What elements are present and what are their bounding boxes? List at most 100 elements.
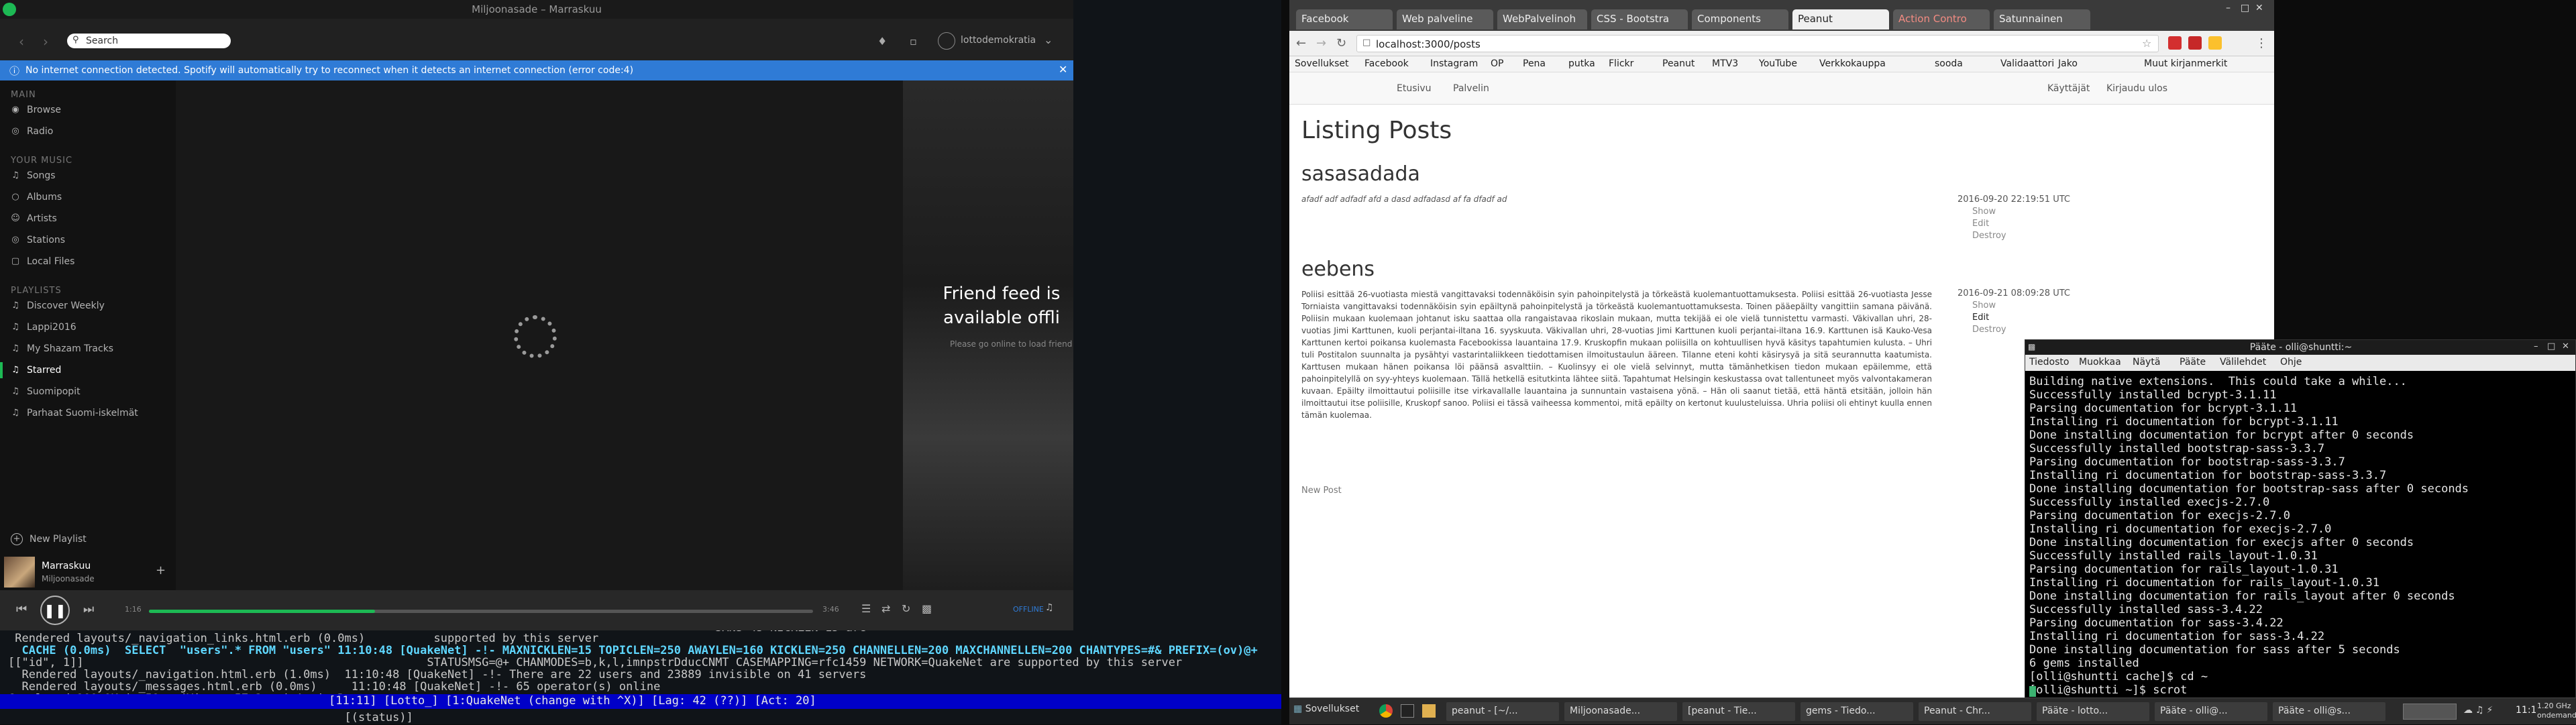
chrome-launcher-icon[interactable] [1379,704,1393,718]
sidebar-item-local-files[interactable]: ▢ Local Files [11,254,75,270]
username[interactable]: lottodemokratia [961,35,1036,46]
forward-arrow-icon[interactable]: → [1316,36,1326,50]
sidebar-item-artists[interactable]: ☺ Artists [11,211,57,227]
next-icon[interactable]: ⏭ [83,602,94,616]
close-icon[interactable]: ✕ [2255,3,2263,13]
taskbar-window-button[interactable]: [peanut - Tie... [1682,702,1795,721]
terminal-menu-item[interactable]: Ohje [2280,357,2302,368]
browser-tab[interactable]: WebPalvelinoh [1497,9,1587,30]
previous-icon[interactable]: ⏮ [16,602,27,616]
devices-icon[interactable]: ▩ [922,602,932,615]
playlist-item[interactable]: ♫ Suomipopit [11,384,80,400]
close-icon[interactable]: ✕ [1059,63,1067,76]
taskbar-window-button[interactable]: Pääte - olli@... [2155,702,2267,721]
bookmark-item[interactable]: MTV3 [1712,58,1738,69]
terminal-menu-item[interactable]: Muokkaa [2079,357,2121,368]
reload-icon[interactable]: ↻ [1336,36,1346,50]
destroy-link[interactable]: Destroy [1972,231,2006,241]
browser-tab[interactable]: Facebook [1296,9,1393,30]
bookmark-item[interactable]: YouTube [1759,58,1797,69]
now-playing-track[interactable]: Marraskuu [42,561,91,571]
back-arrow-icon[interactable]: ‹ [19,34,24,50]
search-input[interactable]: ⚲ Search [67,34,231,48]
notifications-bell-icon[interactable]: ♦ [877,35,887,48]
minimize-icon[interactable]: – [2226,3,2231,13]
nav-link-server[interactable]: Palvelin [1453,83,1489,94]
browser-tab[interactable]: CSS - Bootstra [1591,9,1688,30]
sidebar-item-stations[interactable]: ◎ Stations [11,232,65,248]
now-playing-cover[interactable] [4,557,35,588]
bookmark-item[interactable]: sooda [1935,58,1963,69]
bookmark-item[interactable]: Pena [1523,58,1546,69]
minimize-icon[interactable]: – [2534,341,2538,351]
workspace-switcher[interactable] [2403,704,2457,720]
sidebar-item-browse[interactable]: ◉ Browse [11,102,61,118]
maximize-icon[interactable]: □ [2241,3,2249,13]
playlist-item[interactable]: ♫ Parhaat Suomi-iskelmät [11,405,138,421]
bookmark-item[interactable]: OP [1491,58,1503,69]
bookmark-item[interactable]: putka [1568,58,1595,69]
bookmark-item[interactable]: Validaattori [2000,58,2054,69]
bookmark-item[interactable]: Jako [2058,58,2078,69]
inbox-icon[interactable]: ▫ [910,35,917,48]
volume-icon[interactable]: ♫ [1045,602,1054,613]
terminal-launcher-icon[interactable] [1401,704,1414,718]
close-icon[interactable]: ✕ [2562,341,2569,351]
sidebar-item-albums[interactable]: ○ Albums [11,189,62,205]
files-launcher-icon[interactable] [1422,704,1436,718]
destroy-link[interactable]: Destroy [1972,325,2006,335]
nav-link-home[interactable]: Etusivu [1397,83,1432,94]
extension-icon[interactable] [2208,36,2222,50]
terminal-menu-item[interactable]: Näytä [2133,357,2160,368]
address-bar[interactable]: □ localhost:3000/posts ☆ [1356,35,2159,52]
extension-icon[interactable] [2188,36,2202,50]
queue-icon[interactable]: ☰ [861,602,871,615]
browser-tab[interactable]: Satunnainen [1994,9,2090,30]
playlist-item[interactable]: ♫ Discover Weekly [11,298,105,314]
right-terminal[interactable]: ▩ Pääte - olli@shuntti:~ – □ ✕ Tiedosto M… [2025,339,2576,703]
sidebar-item-radio[interactable]: ◎ Radio [11,123,53,140]
edit-link[interactable]: Edit [1972,313,1989,323]
avatar[interactable] [938,32,955,50]
sidebar-item-songs[interactable]: ♫ Songs [11,168,55,184]
playlist-item-active[interactable]: ♫ Starred [0,362,61,378]
terminal-menu-item[interactable]: Välilehdet [2220,357,2266,368]
taskbar-window-button[interactable]: Pääte - olli@s... [2273,702,2385,721]
forward-arrow-icon[interactable]: › [43,34,48,50]
bookmark-item[interactable]: Verkkokauppa [1819,58,1886,69]
browser-tab[interactable]: Web palveline [1397,9,1493,30]
nav-link-users[interactable]: Käyttäjät [2047,83,2090,94]
new-playlist-button[interactable]: + New Playlist [11,531,87,547]
bookmark-item[interactable]: Facebook [1364,58,1409,69]
chevron-down-icon[interactable]: ⌄ [1044,34,1053,46]
show-link[interactable]: Show [1972,207,1996,217]
taskbar-window-button[interactable]: Peanut - Chr... [1919,702,2031,721]
new-post-link[interactable]: New Post [1301,486,1342,496]
taskbar-window-button[interactable]: gems - Tiedo... [1801,702,1913,721]
star-icon[interactable]: ☆ [2142,37,2151,50]
extension-icon[interactable] [2168,36,2182,50]
bookmark-item[interactable]: Peanut [1662,58,1695,69]
bookmark-item[interactable]: Flickr [1609,58,1633,69]
playlist-item[interactable]: ♫ Lappi2016 [11,319,76,335]
show-link[interactable]: Show [1972,300,1996,311]
taskbar-window-button[interactable]: Pääte - lotto... [2037,702,2149,721]
bookmark-item[interactable]: Sovellukset [1295,58,1349,69]
browser-tab[interactable]: Peanut [1792,9,1889,30]
browser-tab[interactable]: Components [1692,9,1788,30]
menu-icon[interactable]: ⋮ [2255,36,2267,50]
bookmark-item[interactable]: Instagram [1430,58,1478,69]
taskbar-window-button[interactable]: peanut - [~/... [1446,702,1559,721]
now-playing-artist[interactable]: Miljoonasade [42,574,95,583]
browser-tab[interactable]: Action Contro [1893,9,1990,30]
maximize-icon[interactable]: □ [2547,341,2555,351]
edit-link[interactable]: Edit [1972,219,1989,229]
back-arrow-icon[interactable]: ← [1296,36,1306,50]
start-button[interactable]: ▦ Sovellukset [1293,704,1359,714]
progress-bar[interactable] [149,610,813,613]
nav-link-logout[interactable]: Kirjaudu ulos [2106,83,2167,94]
shuffle-icon[interactable]: ⇄ [881,602,890,615]
terminal-menu-item[interactable]: Tiedosto [2029,357,2069,368]
repeat-icon[interactable]: ↻ [902,602,910,615]
add-icon[interactable]: + [156,563,166,577]
